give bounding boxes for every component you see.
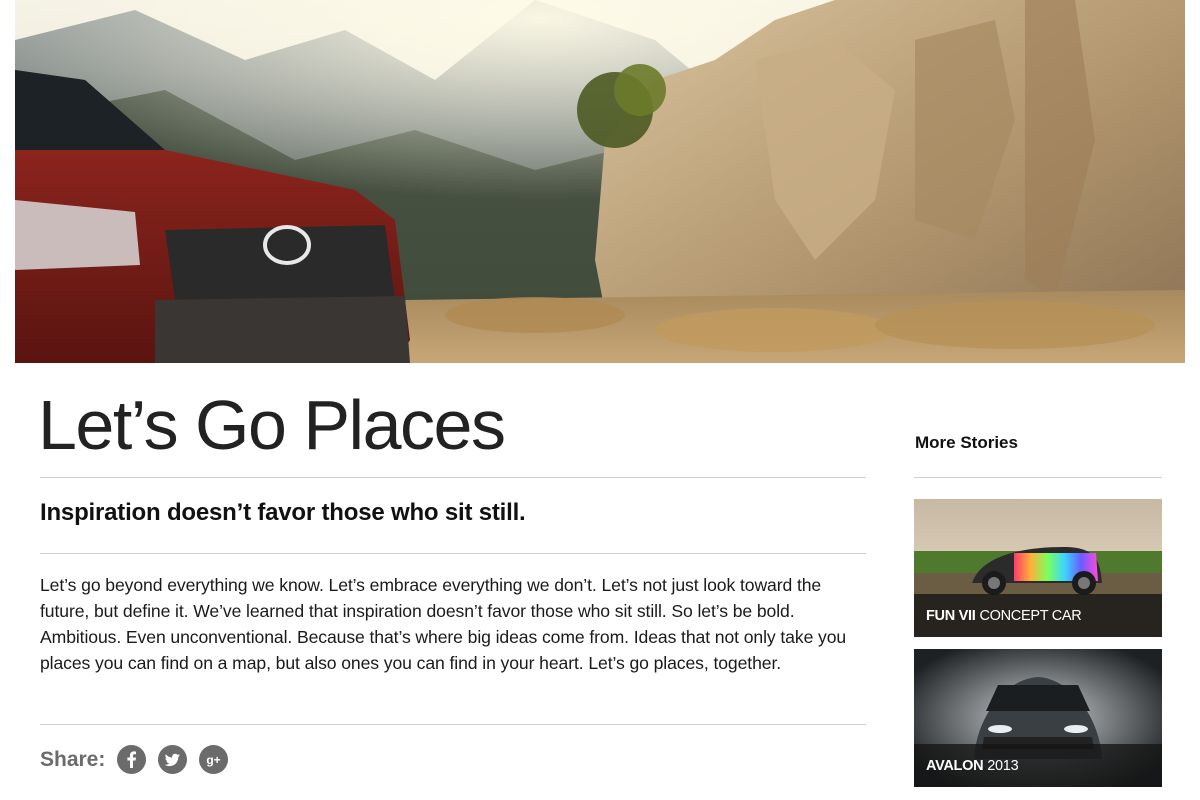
share-bar: Share: g+	[40, 745, 240, 774]
article-body: Let’s go beyond everything we know. Let’…	[40, 575, 847, 673]
divider	[40, 724, 866, 725]
google-plus-share-button[interactable]: g+	[199, 745, 229, 774]
svg-text:g+: g+	[207, 753, 221, 767]
share-label: Share:	[40, 747, 106, 771]
story-caption-rest: CONCEPT CAR	[979, 607, 1082, 624]
twitter-share-button[interactable]	[158, 745, 188, 774]
hero-image	[15, 0, 1185, 363]
google-plus-icon: g+	[207, 753, 221, 767]
article-subtitle: Inspiration doesn’t favor those who sit …	[40, 499, 526, 526]
story-caption-bold: FUN VII	[926, 607, 976, 624]
divider	[40, 477, 866, 478]
divider	[914, 477, 1162, 478]
story-caption-bold: AVALON	[926, 757, 984, 774]
hero-scene	[15, 0, 1185, 363]
twitter-icon	[165, 753, 181, 767]
story-card-fun-vii[interactable]: FUN VII CONCEPT CAR	[914, 499, 1162, 637]
sidebar-title: More Stories	[915, 433, 1018, 452]
facebook-share-button[interactable]	[117, 745, 147, 774]
story-caption: AVALON 2013	[914, 744, 1162, 787]
page-title: Let’s Go Places	[38, 386, 506, 464]
divider	[40, 553, 866, 554]
story-caption: FUN VII CONCEPT CAR	[914, 594, 1162, 637]
facebook-icon	[127, 751, 137, 768]
story-card-avalon[interactable]: AVALON 2013	[914, 649, 1162, 787]
story-caption-rest: 2013	[987, 757, 1019, 774]
